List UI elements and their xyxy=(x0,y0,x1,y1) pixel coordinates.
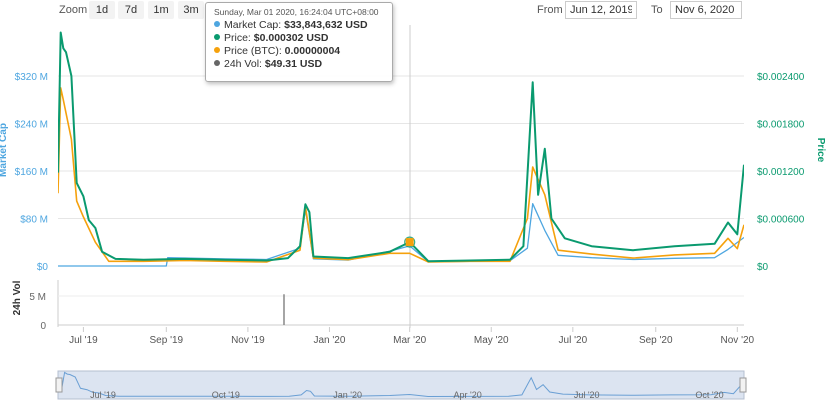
right-tick-label: $0.001200 xyxy=(757,167,805,178)
left-tick-label: $240 M xyxy=(15,120,48,131)
volume-dot xyxy=(214,60,220,66)
volume-panel: 0 5 M 24h Vol xyxy=(12,280,744,332)
navigator[interactable]: Jul '19 Oct '19 Jan '20 Apr '20 Jul '20 Oct '… xyxy=(55,370,747,400)
navigator-tick-label: Oct '19 xyxy=(212,390,240,400)
price-dot xyxy=(214,34,220,40)
navigator-tick-label: Jan '20 xyxy=(333,390,362,400)
navigator-tick-label: Apr '20 xyxy=(454,390,482,400)
right-tick-label: $0.001800 xyxy=(757,120,805,131)
left-tick-label: $160 M xyxy=(15,167,48,178)
left-axis-title: Market Cap xyxy=(0,123,9,177)
right-tick-label: $0.002400 xyxy=(757,72,805,83)
right-axis-title: Price xyxy=(815,138,826,163)
x-tick-label: Jan '20 xyxy=(313,335,345,346)
series-layer xyxy=(58,31,744,267)
x-tick-label: Sep '19 xyxy=(150,335,184,346)
price-chart[interactable]: 0 5 M 24h Vol $0 $0 $80 M $0.000600 $160 M $0.0… xyxy=(0,0,830,400)
navigator-tick-label: Jul '19 xyxy=(90,390,116,400)
navigator-left-handle xyxy=(55,377,63,393)
tooltip-label: Price: xyxy=(224,32,254,44)
tooltip-label: 24h Vol: xyxy=(224,58,265,70)
tooltip-timestamp: Sunday, Mar 01 2020, 16:24:04 UTC+08:00 xyxy=(214,7,379,17)
tooltip-value: $0.000302 USD xyxy=(253,32,329,44)
navigator-tick-label: Jul '20 xyxy=(574,390,600,400)
chart-gridlines xyxy=(58,75,744,267)
tooltip-row-volume: 24h Vol: $49.31 USD xyxy=(214,58,384,71)
volume-tick-label: 0 xyxy=(40,321,46,332)
volume-axis-title: 24h Vol xyxy=(12,280,23,315)
navigator-tick-label: Oct '20 xyxy=(695,390,723,400)
navigator-right-handle xyxy=(739,377,747,393)
tooltip-row-market-cap: Market Cap: $33,843,632 USD xyxy=(214,19,384,32)
right-tick-label: $0 xyxy=(757,262,769,273)
chart-axes: $0 $0 $80 M $0.000600 $160 M $0.001200 $240 M $… xyxy=(0,72,826,346)
tooltip-row-price: Price: $0.000302 USD xyxy=(214,32,384,45)
x-tick-label: Jul '20 xyxy=(559,335,588,346)
tooltip-label: Market Cap: xyxy=(224,19,285,31)
x-tick-label: Nov '19 xyxy=(231,335,265,346)
tooltip-label: Price (BTC): xyxy=(224,45,285,57)
x-tick-label: Sep '20 xyxy=(639,335,673,346)
price-btc-dot xyxy=(214,47,220,53)
price-btc-line xyxy=(58,87,744,263)
price-line xyxy=(58,31,744,263)
volume-tick-label: 5 M xyxy=(29,292,46,303)
x-tick-label: May '20 xyxy=(474,335,509,346)
tooltip-value: $33,843,632 USD xyxy=(284,19,368,31)
tooltip-value: $49.31 USD xyxy=(264,58,323,70)
x-tick-label: Jul '19 xyxy=(69,335,98,346)
left-tick-label: $0 xyxy=(37,262,49,273)
left-tick-label: $80 M xyxy=(20,215,48,226)
left-tick-label: $320 M xyxy=(15,72,48,83)
market-cap-line xyxy=(58,203,744,267)
right-tick-label: $0.000600 xyxy=(757,215,805,226)
x-tick-label: Nov '20 xyxy=(721,335,755,346)
hover-tooltip: Sunday, Mar 01 2020, 16:24:04 UTC+08:00 … xyxy=(205,2,393,82)
market-cap-dot xyxy=(214,21,220,27)
tooltip-value: 0.00000004 xyxy=(284,45,341,57)
tooltip-row-price-btc: Price (BTC): 0.00000004 xyxy=(214,45,384,58)
x-tick-label: Mar '20 xyxy=(393,335,426,346)
hover-marker-price-btc xyxy=(405,238,414,247)
